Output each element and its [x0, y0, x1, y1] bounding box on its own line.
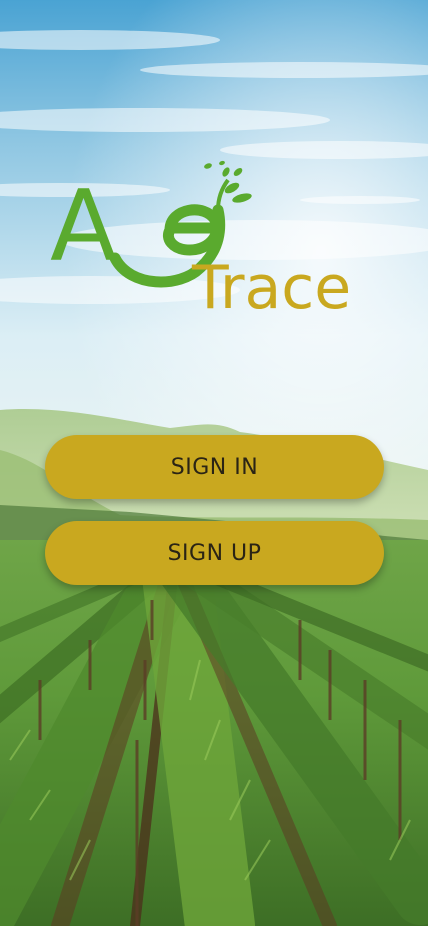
sign-up-button[interactable]: SIGN UP [45, 521, 384, 585]
sign-up-label: SIGN UP [167, 540, 262, 566]
logo-word-trace: Trace [191, 253, 351, 323]
sign-in-button[interactable]: SIGN IN [45, 435, 384, 499]
welcome-screen: A Trace SIGN IN SIGN UP [0, 0, 428, 926]
leaf-sprout-icon [204, 160, 252, 211]
logo-letter-a: A [50, 170, 117, 284]
agtrace-logo: A Trace [50, 158, 380, 323]
sign-in-label: SIGN IN [170, 454, 259, 480]
